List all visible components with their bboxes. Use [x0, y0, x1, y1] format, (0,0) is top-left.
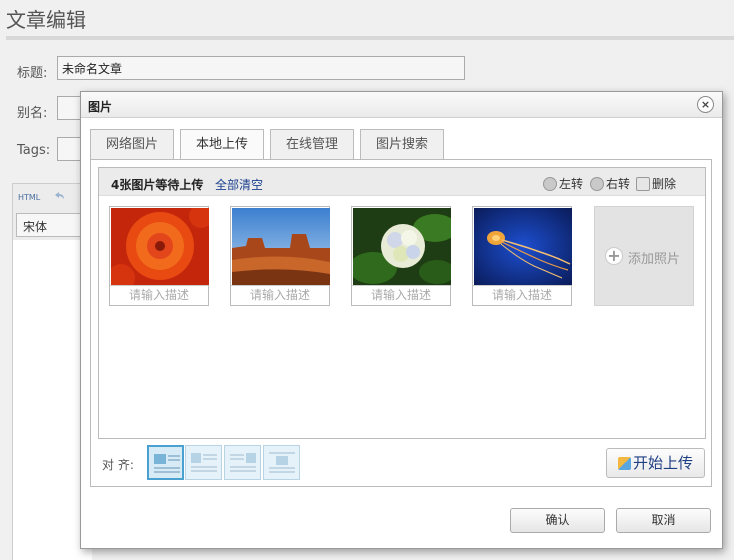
rotate-right-button[interactable]: 右转 — [590, 175, 630, 192]
html-source-button[interactable]: HTML — [18, 193, 40, 202]
upload-thumbnail[interactable]: 请输入描述 — [109, 206, 209, 306]
title-label: 标题: — [17, 66, 48, 81]
undo-icon[interactable] — [52, 190, 66, 204]
image-dialog: 图片 × 网络图片 本地上传 在线管理 图片搜索 4张图片等待上传 全部清空 左… — [80, 91, 723, 549]
thumbnail-description-input[interactable]: 请输入描述 — [473, 285, 571, 305]
start-upload-button[interactable]: 开始上传 — [606, 448, 705, 478]
desert-image — [232, 208, 330, 285]
align-none-option[interactable] — [147, 445, 184, 480]
dialog-title: 图片 — [88, 100, 113, 114]
align-none-icon — [154, 454, 180, 473]
tags-label: Tags: — [17, 143, 51, 158]
tab-online-manage[interactable]: 在线管理 — [270, 129, 354, 159]
tab-local-upload[interactable]: 本地上传 — [180, 129, 264, 160]
hydrangea-image — [353, 208, 451, 285]
align-right-option[interactable] — [224, 445, 261, 480]
rotate-right-label: 右转 — [606, 177, 631, 191]
align-center-option[interactable] — [263, 445, 300, 480]
clear-all-link[interactable]: 全部清空 — [215, 176, 263, 193]
title-divider — [6, 36, 734, 40]
align-center-icon — [269, 452, 295, 473]
rotate-left-icon — [543, 177, 557, 191]
confirm-button[interactable]: 确认 — [510, 508, 605, 533]
add-icon: + — [605, 247, 623, 265]
pending-count-text: 4张图片等待上传 — [111, 178, 204, 192]
start-upload-label: 开始上传 — [632, 454, 693, 472]
align-left-icon — [191, 453, 217, 472]
upload-thumbnail[interactable]: 请输入描述 — [351, 206, 451, 306]
page-title: 文章编辑 — [6, 8, 86, 32]
cancel-button[interactable]: 取消 — [616, 508, 711, 533]
tab-image-search[interactable]: 图片搜索 — [360, 129, 444, 159]
upload-icon — [617, 457, 631, 470]
jellyfish-image — [474, 208, 572, 285]
upload-thumbnail[interactable]: 请输入描述 — [472, 206, 572, 306]
delete-label: 删除 — [652, 177, 677, 191]
close-icon[interactable]: × — [697, 96, 714, 113]
thumbnail-description-input[interactable]: 请输入描述 — [110, 285, 208, 305]
delete-icon — [636, 177, 650, 191]
rotate-right-icon — [590, 177, 604, 191]
title-input[interactable]: 未命名文章 — [57, 56, 465, 80]
alias-label: 别名: — [17, 106, 48, 121]
delete-button[interactable]: 删除 — [636, 175, 676, 192]
rotate-left-label: 左转 — [559, 177, 584, 191]
rotate-left-button[interactable]: 左转 — [543, 175, 583, 192]
upload-queue-area: 4张图片等待上传 全部清空 左转 右转 删除 请输入描述 请输入描述 请输入描述… — [98, 167, 706, 439]
thumbnail-description-input[interactable]: 请输入描述 — [231, 285, 329, 305]
dialog-header: 图片 × — [81, 92, 722, 118]
flower-image — [111, 208, 209, 285]
align-right-icon — [230, 453, 256, 472]
tab-web-images[interactable]: 网络图片 — [90, 129, 174, 159]
add-photo-button[interactable]: + 添加照片 — [594, 206, 694, 306]
align-left-option[interactable] — [185, 445, 222, 480]
local-upload-panel: 4张图片等待上传 全部清空 左转 右转 删除 请输入描述 请输入描述 请输入描述… — [90, 159, 712, 487]
thumbnail-description-input[interactable]: 请输入描述 — [352, 285, 450, 305]
add-photo-label: 添加照片 — [628, 252, 681, 267]
align-label: 对 齐: — [102, 458, 134, 472]
upload-thumbnail[interactable]: 请输入描述 — [230, 206, 330, 306]
upload-status-bar: 4张图片等待上传 全部清空 左转 右转 删除 — [99, 168, 705, 196]
